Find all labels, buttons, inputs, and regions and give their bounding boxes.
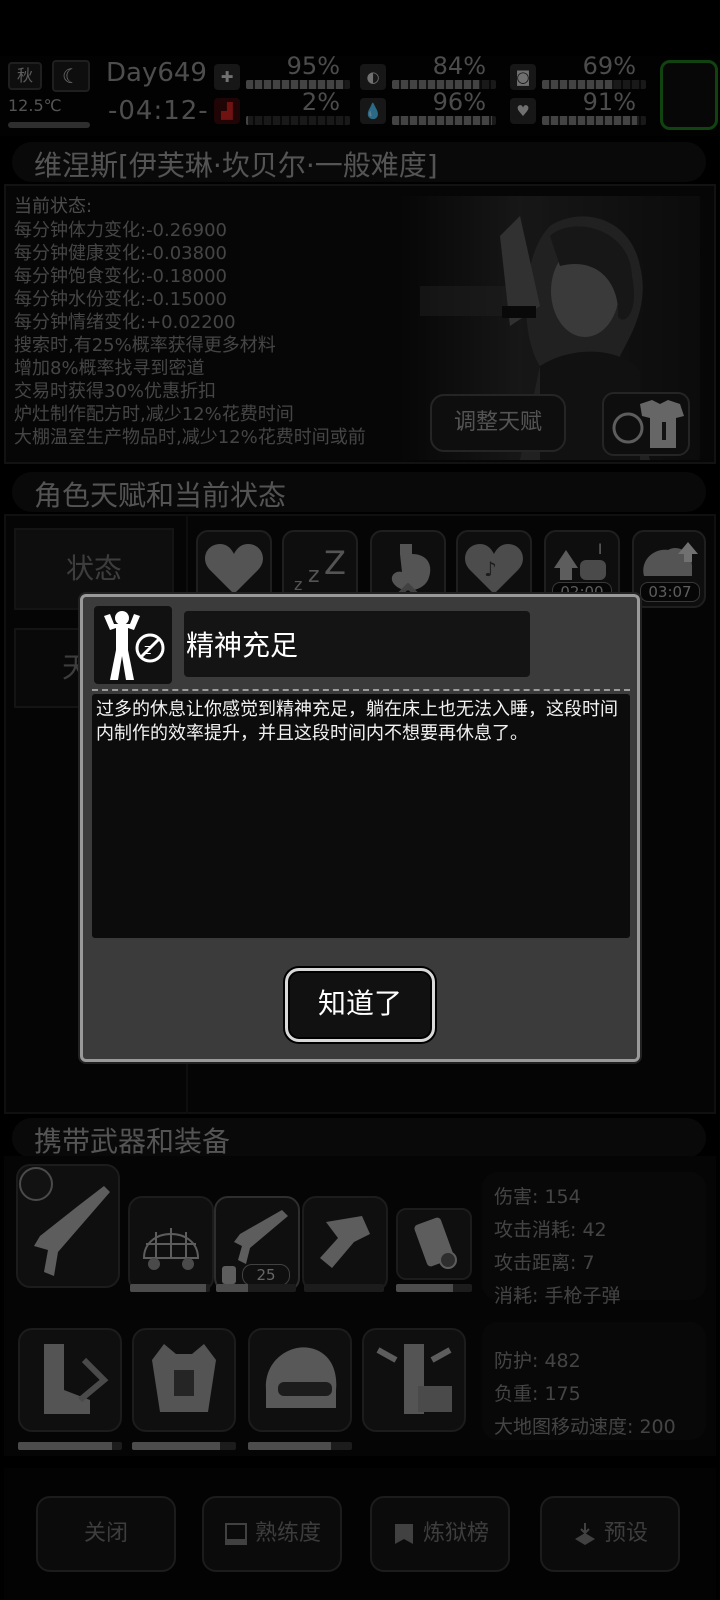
dialog-divider [92, 689, 630, 691]
energized-person-icon: z [104, 611, 165, 680]
dialog-description: 过多的休息让你感觉到精神充足，躺在床上也无法入睡，这段时间内制作的效率提升，并且… [96, 699, 618, 744]
dialog-icon-frame: z [94, 606, 172, 684]
dialog-title: 精神充足 [186, 629, 299, 662]
acknowledge-button[interactable]: 知道了 [285, 968, 435, 1042]
